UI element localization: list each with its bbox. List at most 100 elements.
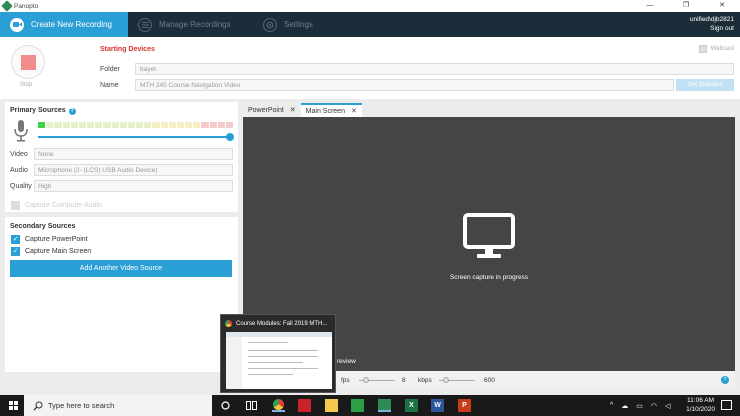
task-view-icon[interactable] (245, 399, 258, 412)
panopto-taskbar-icon[interactable] (378, 399, 391, 412)
volume-icon[interactable]: ◁ (665, 402, 670, 410)
volume-slider-handle[interactable] (226, 133, 234, 141)
meter-segment (54, 122, 62, 128)
user-box: unified\djb2821 Sign out (690, 15, 734, 33)
stop-label: Stop (20, 82, 33, 88)
capture-computer-audio-checkbox[interactable] (11, 201, 20, 210)
help-icon[interactable]: ? (721, 376, 729, 384)
capture-powerpoint-checkbox[interactable]: ✓ (11, 235, 20, 244)
tray-chevron-icon[interactable]: ^ (610, 402, 613, 409)
stop-icon (21, 55, 36, 70)
primary-sources-title: Primary Sources? (10, 107, 76, 115)
sign-out-link[interactable]: Sign out (690, 24, 734, 33)
meter-segment (144, 122, 152, 128)
tab-settings[interactable]: Settings (253, 12, 323, 37)
video-select[interactable]: None (34, 148, 233, 160)
get-statistics-button[interactable]: Get Statistics (676, 79, 734, 91)
taskbar: Type here to search X W P ^ ☁ ▭ ◠ ◁ 11:0… (0, 395, 740, 416)
video-label: Video (10, 151, 28, 158)
kbps-slider-handle[interactable] (443, 377, 449, 383)
meter-segment (119, 122, 127, 128)
tab-label: Manage Recordings (159, 20, 231, 29)
help-icon[interactable]: ? (68, 108, 76, 115)
meter-segment (87, 122, 95, 128)
starting-devices-status: Starting Devices (100, 46, 155, 53)
search-placeholder: Type here to search (48, 401, 115, 410)
close-icon[interactable]: ✕ (290, 106, 296, 114)
meter-segment (38, 122, 46, 128)
tab-powerpoint[interactable]: PowerPoint ✕ (243, 103, 301, 117)
webcast-checkbox[interactable] (698, 45, 707, 53)
volume-slider[interactable] (38, 133, 234, 141)
name-field[interactable]: MTH 245 Course Navigation Video (135, 79, 674, 91)
powerpoint-icon[interactable]: P (458, 399, 471, 412)
add-video-source-button[interactable]: Add Another Video Source (10, 260, 232, 277)
meter-segment (201, 122, 209, 128)
webcast-toggle[interactable]: Webcast (698, 45, 734, 53)
system-tray: ^ ☁ ▭ ◠ ◁ (610, 395, 670, 416)
top-nav: Create New Recording Manage Recordings S… (0, 12, 740, 37)
minimize-button[interactable]: — (632, 0, 668, 12)
meter-segment (168, 122, 176, 128)
quality-label: Quality (10, 183, 32, 190)
panopto-logo-icon (1, 0, 13, 12)
cloud-icon[interactable]: ☁ (621, 402, 628, 410)
window-controls: — ❐ ✕ (632, 0, 740, 12)
taskbar-clock[interactable]: 11:06 AM 1/10/2020 (686, 397, 715, 414)
gear-icon (263, 17, 277, 32)
fps-slider[interactable] (359, 377, 395, 383)
battery-icon[interactable]: ▭ (636, 402, 643, 410)
meter-segment (78, 122, 87, 128)
folder-label: Folder (100, 66, 120, 73)
excel-icon[interactable]: X (405, 399, 418, 412)
fps-slider-handle[interactable] (363, 377, 369, 383)
tab-label: Main Screen (305, 107, 345, 115)
taskbar-thumbnail-popup[interactable]: Course Modules: Fall 2019 MTH... (220, 314, 336, 393)
capture-status-text: Screen capture in progress (449, 274, 529, 281)
taskbar-search[interactable]: Type here to search (24, 395, 212, 416)
meter-segment (185, 122, 193, 128)
app-icon-green[interactable] (351, 399, 364, 412)
kbps-slider[interactable] (439, 377, 475, 383)
capture-main-screen-checkbox[interactable]: ✓ (11, 247, 20, 256)
tab-label: PowerPoint (248, 106, 284, 114)
meter-segment (70, 122, 78, 128)
tab-manage-recordings[interactable]: Manage Recordings (128, 12, 253, 37)
name-label: Name (100, 82, 119, 89)
cortana-icon[interactable] (219, 399, 232, 412)
list-icon (138, 17, 152, 32)
app-icon-red[interactable] (298, 399, 311, 412)
kbps-label: kbps (418, 377, 432, 384)
file-explorer-icon[interactable] (325, 399, 338, 412)
windows-start-icon[interactable] (9, 401, 18, 410)
search-icon (33, 401, 43, 411)
capture-powerpoint-label: Capture PowerPoint (25, 236, 88, 243)
close-icon[interactable]: ✕ (351, 107, 357, 115)
close-button[interactable]: ✕ (704, 0, 740, 12)
preview-label: review (337, 358, 356, 365)
meter-segment (209, 122, 217, 128)
tab-main-screen[interactable]: Main Screen ✕ (300, 103, 362, 117)
monitor-icon (463, 213, 515, 261)
quality-select[interactable]: High (34, 180, 233, 192)
meter-segment (136, 122, 144, 128)
meter-segment (193, 122, 201, 128)
stop-button[interactable] (11, 45, 45, 79)
notification-icon[interactable] (721, 400, 732, 410)
maximize-button[interactable]: ❐ (668, 0, 704, 12)
thumbnail-title: Course Modules: Fall 2019 MTH... (225, 320, 327, 327)
word-icon[interactable]: W (431, 399, 444, 412)
kbps-value: 600 (484, 377, 495, 384)
window-title: Panopto (14, 2, 39, 10)
tab-create-new-recording[interactable]: Create New Recording (0, 12, 128, 37)
meter-segment (127, 122, 136, 128)
tab-label: Settings (284, 20, 313, 29)
chrome-taskbar-icon[interactable] (272, 399, 285, 412)
audio-select[interactable]: Microphone (2- (LCS) USB Audio Device) (34, 164, 233, 176)
meter-segment (111, 122, 119, 128)
section-title: Primary Sources (10, 107, 66, 114)
folder-field[interactable]: bayet (135, 63, 734, 75)
thumbnail-preview-image (226, 332, 332, 389)
wifi-icon[interactable]: ◠ (651, 402, 657, 410)
window-titlebar: Panopto — ❐ ✕ (0, 0, 740, 12)
